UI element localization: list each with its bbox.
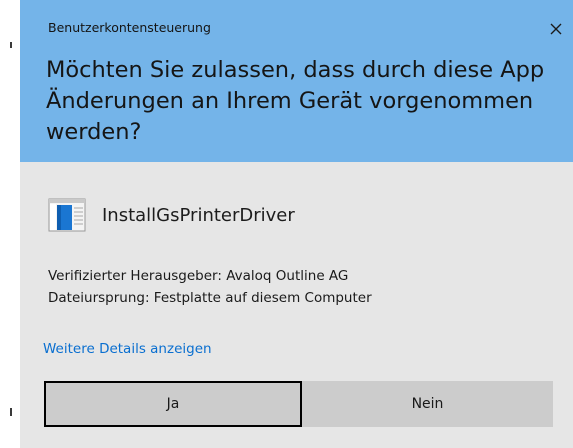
- origin-line: Dateiursprung: Festplatte auf diesem Com…: [48, 290, 372, 306]
- dialog-question: Möchten Sie zulassen, dass durch diese A…: [46, 57, 545, 145]
- publisher-line: Verifizierter Herausgeber: Avaloq Outlin…: [48, 268, 349, 284]
- dialog-caption: Benutzerkontensteuerung: [48, 20, 211, 35]
- app-name: InstallGsPrinterDriver: [102, 204, 295, 226]
- no-button[interactable]: Nein: [302, 381, 553, 427]
- uac-dialog: Benutzerkontensteuerung Möchten Sie zula…: [20, 0, 573, 448]
- background-edge-mark: [10, 42, 12, 48]
- yes-button[interactable]: Ja: [44, 381, 302, 427]
- publisher-info: Verifizierter Herausgeber: Avaloq Outlin…: [48, 265, 372, 309]
- close-icon: [550, 23, 562, 35]
- screen: Benutzerkontensteuerung Möchten Sie zula…: [0, 0, 573, 448]
- show-details-link[interactable]: Weitere Details anzeigen: [43, 341, 212, 357]
- dialog-header: Benutzerkontensteuerung Möchten Sie zula…: [20, 0, 573, 162]
- close-button[interactable]: [545, 18, 567, 40]
- app-row: InstallGsPrinterDriver: [48, 198, 295, 232]
- application-window-icon: [48, 198, 86, 232]
- background-edge-mark: [10, 408, 12, 416]
